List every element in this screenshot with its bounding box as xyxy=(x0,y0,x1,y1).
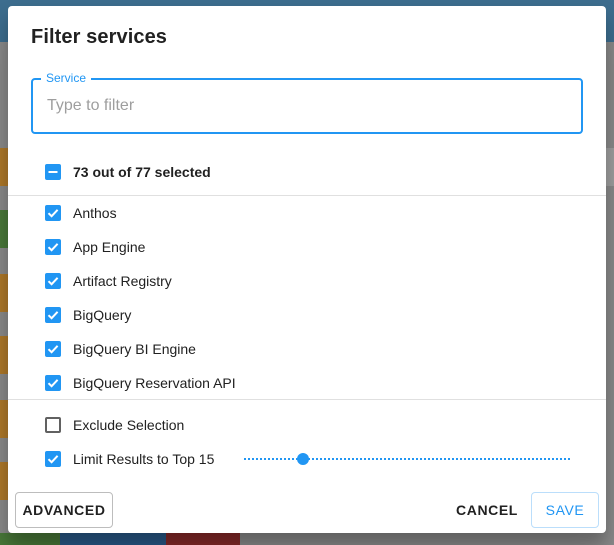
service-item[interactable]: Artifact Registry xyxy=(45,269,172,293)
advanced-button[interactable]: ADVANCED xyxy=(15,492,113,528)
save-button[interactable]: SAVE xyxy=(531,492,599,528)
service-label: Anthos xyxy=(73,205,117,221)
service-item[interactable]: Anthos xyxy=(45,201,117,225)
background-strip xyxy=(0,336,8,374)
select-all-row[interactable]: 73 out of 77 selected xyxy=(45,160,211,184)
service-item[interactable]: BigQuery xyxy=(45,303,131,327)
background-strip xyxy=(60,533,166,545)
service-item[interactable]: BigQuery Reservation API xyxy=(45,371,236,395)
background-strip xyxy=(606,148,614,186)
service-label: BigQuery Reservation API xyxy=(73,375,236,391)
service-label: Artifact Registry xyxy=(73,273,172,289)
dialog-title: Filter services xyxy=(31,26,168,48)
background-strip xyxy=(0,400,8,438)
service-checkbox[interactable] xyxy=(45,341,61,357)
service-checkbox[interactable] xyxy=(45,273,61,289)
slider-thumb[interactable] xyxy=(296,453,309,465)
service-checkbox[interactable] xyxy=(45,375,61,391)
check-icon xyxy=(47,311,59,320)
filter-services-dialog: Filter services Service 73 out of 77 sel… xyxy=(8,6,606,533)
background-strip xyxy=(0,210,8,248)
divider xyxy=(8,195,606,196)
background-strip xyxy=(0,148,8,186)
exclude-selection-row[interactable]: Exclude Selection xyxy=(45,413,184,437)
limit-results-checkbox[interactable] xyxy=(45,451,61,467)
selection-summary: 73 out of 77 selected xyxy=(73,164,211,180)
service-search-field[interactable]: Service xyxy=(31,71,583,134)
service-checkbox[interactable] xyxy=(45,239,61,255)
check-icon xyxy=(47,345,59,354)
background-strip xyxy=(0,462,8,500)
service-item[interactable]: App Engine xyxy=(45,235,145,259)
service-label: BigQuery BI Engine xyxy=(73,341,196,357)
slider-track xyxy=(244,458,570,460)
check-icon xyxy=(47,277,59,286)
exclude-selection-checkbox[interactable] xyxy=(45,417,61,433)
background-strip xyxy=(166,533,240,545)
service-label: App Engine xyxy=(73,239,146,255)
service-checkbox[interactable] xyxy=(45,307,61,323)
background-strip xyxy=(0,274,8,312)
service-label: BigQuery xyxy=(73,307,132,323)
service-search-input[interactable] xyxy=(45,94,565,118)
limit-results-row[interactable]: Limit Results to Top 15 xyxy=(45,447,214,471)
check-icon xyxy=(47,243,59,252)
check-icon xyxy=(47,209,59,218)
service-checkbox[interactable] xyxy=(45,205,61,221)
background-strip xyxy=(0,533,60,545)
exclude-selection-label: Exclude Selection xyxy=(73,417,185,433)
limit-results-label: Limit Results to Top 15 xyxy=(73,451,215,467)
limit-results-slider[interactable] xyxy=(244,452,570,466)
indeterminate-icon xyxy=(48,171,58,173)
select-all-checkbox[interactable] xyxy=(45,164,61,180)
service-item[interactable]: BigQuery BI Engine xyxy=(45,337,196,361)
check-icon xyxy=(47,455,59,464)
check-icon xyxy=(47,379,59,388)
service-field-label: Service xyxy=(41,71,92,85)
cancel-button[interactable]: CANCEL xyxy=(448,492,526,528)
divider xyxy=(8,399,606,400)
